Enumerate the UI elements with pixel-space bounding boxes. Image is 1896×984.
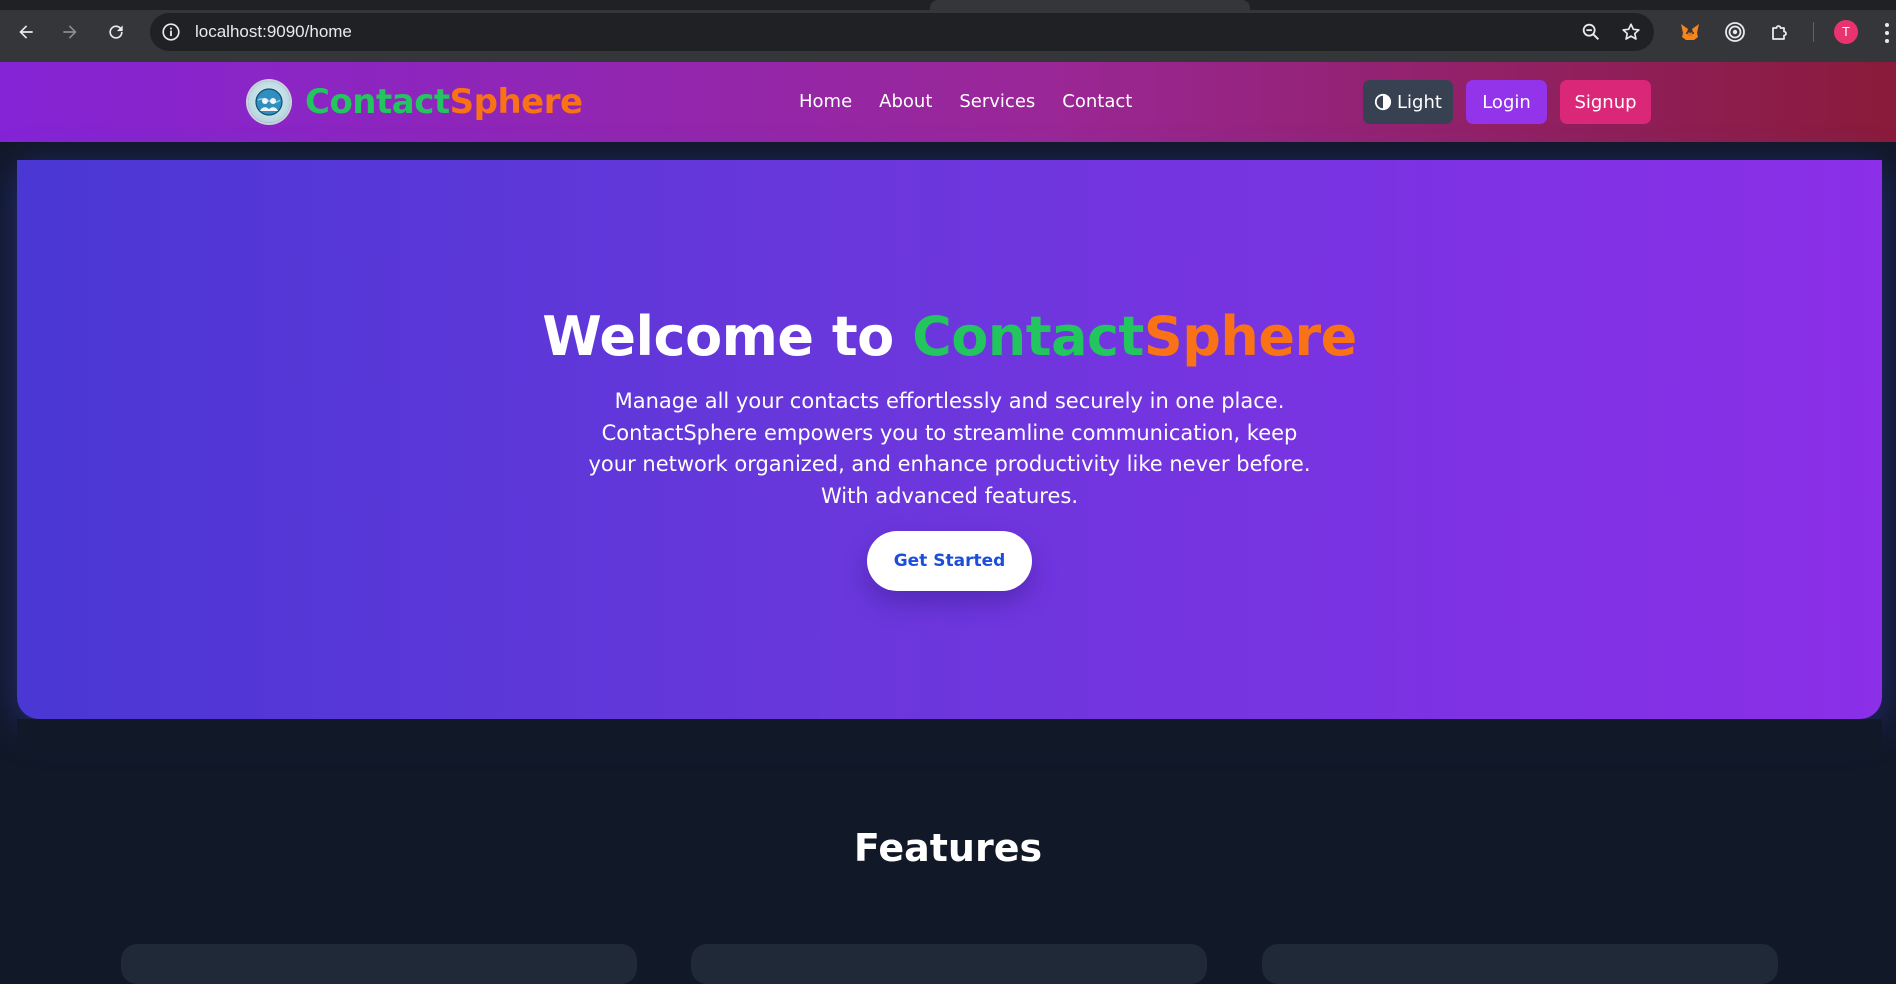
forward-arrow-icon[interactable]	[54, 16, 86, 48]
hero-title-brand-part1: Contact	[912, 305, 1144, 368]
zoom-icon[interactable]	[1580, 21, 1602, 43]
nav-link-services[interactable]: Services	[959, 91, 1035, 112]
toolbar-separator	[1813, 22, 1814, 42]
reload-icon[interactable]	[100, 16, 132, 48]
feature-card[interactable]	[121, 944, 637, 984]
contrast-icon	[1374, 93, 1392, 111]
profile-avatar[interactable]: T	[1834, 20, 1858, 44]
brand-name-part2: Sphere	[449, 82, 583, 122]
login-button[interactable]: Login	[1466, 80, 1547, 124]
nav-menu: Home About Services Contact	[799, 91, 1132, 112]
brand-name-part1: Contact	[305, 82, 450, 122]
extensions-puzzle-icon[interactable]	[1767, 19, 1793, 45]
kebab-menu-icon[interactable]	[1884, 22, 1890, 44]
metamask-fox-icon[interactable]	[1677, 19, 1703, 45]
url-text[interactable]: localhost:9090/home	[195, 22, 352, 42]
tab-strip	[0, 0, 1896, 10]
signup-button[interactable]: Signup	[1560, 80, 1651, 124]
hero-section: Welcome to ContactSphere Manage all your…	[17, 160, 1882, 719]
hero-description: Manage all your contacts effortlessly an…	[588, 389, 1311, 508]
feature-card[interactable]	[1262, 944, 1778, 984]
address-bar[interactable]: localhost:9090/home	[150, 13, 1654, 51]
get-started-button[interactable]: Get Started	[867, 531, 1032, 591]
hero-title-brand-part2: Sphere	[1143, 305, 1357, 368]
site-navbar: ContactSphere Home About Services Contac…	[0, 62, 1896, 142]
target-extension-icon[interactable]	[1722, 19, 1748, 45]
nav-link-contact[interactable]: Contact	[1062, 91, 1132, 112]
browser-toolbar: localhost:9090/home T	[0, 0, 1896, 63]
theme-toggle-button[interactable]: Light	[1363, 80, 1453, 124]
active-tab[interactable]	[930, 0, 1250, 10]
features-heading: Features	[853, 826, 1043, 870]
brand-logo-icon[interactable]	[248, 81, 290, 123]
nav-link-home[interactable]: Home	[799, 91, 852, 112]
feature-card[interactable]	[691, 944, 1207, 984]
section-divider	[17, 719, 1882, 759]
hero-title-prefix: Welcome to	[542, 305, 913, 368]
theme-toggle-label: Light	[1397, 91, 1442, 113]
site-info-icon[interactable]	[160, 21, 182, 43]
brand-name[interactable]: ContactSphere	[305, 82, 583, 122]
nav-link-about[interactable]: About	[879, 91, 932, 112]
hero-title: Welcome to ContactSphere	[17, 305, 1882, 368]
back-arrow-icon[interactable]	[10, 16, 42, 48]
bookmark-star-icon[interactable]	[1620, 21, 1642, 43]
